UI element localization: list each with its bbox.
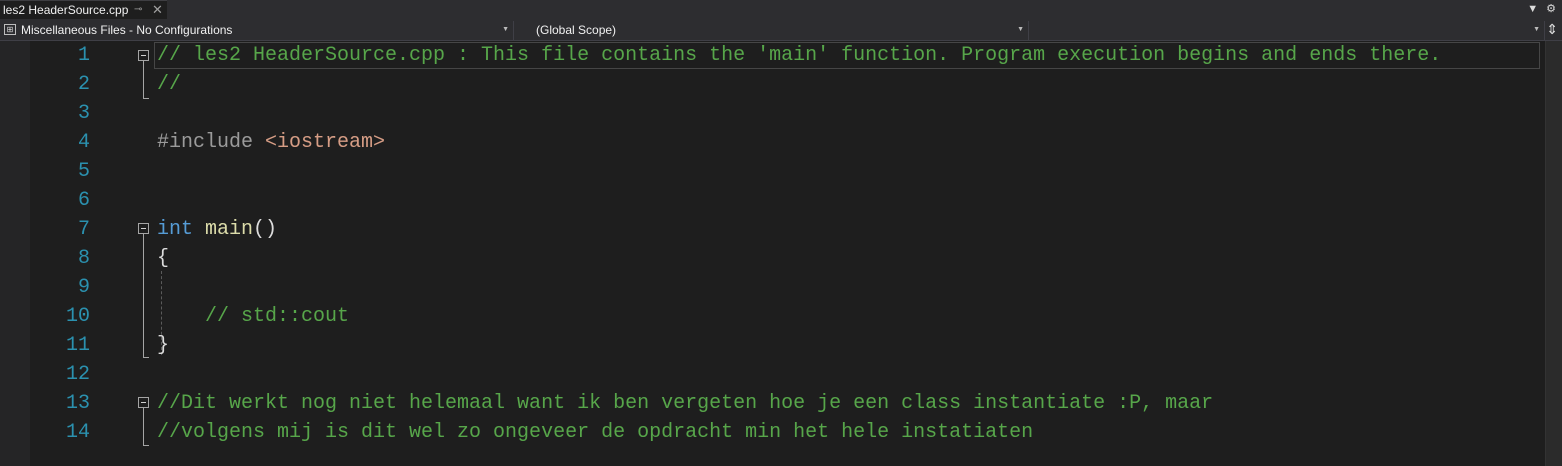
outline-guide <box>143 234 144 357</box>
gear-icon[interactable]: ⚙ <box>1546 3 1556 15</box>
line-number: 14 <box>65 421 90 444</box>
collapse-icon[interactable] <box>138 397 149 408</box>
outline-guide-end <box>143 357 149 358</box>
outline-guide-end <box>143 98 149 99</box>
navigation-bar: ⊞ Miscellaneous Files - No Configuration… <box>0 20 1562 41</box>
code-line-14[interactable]: //volgens mij is dit wel zo ongeveer de … <box>157 418 1033 447</box>
code-line-4[interactable]: #include <iostream> <box>157 128 385 157</box>
code-line-13[interactable]: //Dit werkt nog niet helemaal want ik be… <box>157 389 1213 418</box>
chevron-down-icon[interactable]: ▼ <box>1533 26 1540 33</box>
chevron-down-icon[interactable]: ▼ <box>502 26 509 33</box>
vertical-scrollbar[interactable] <box>1545 41 1562 466</box>
line-number: 7 <box>77 218 90 241</box>
line-number: 2 <box>77 73 90 96</box>
project-dropdown-value: Miscellaneous Files - No Configurations <box>21 23 233 37</box>
collapse-icon[interactable] <box>138 50 149 61</box>
code-editor[interactable]: 1 2 3 4 5 6 7 8 9 10 11 12 13 14 // les2… <box>0 41 1562 466</box>
line-number: 3 <box>77 102 90 125</box>
line-number: 13 <box>65 392 90 415</box>
code-line-10[interactable]: // std::cout <box>157 302 349 331</box>
tab-title[interactable]: les2 HeaderSource.cpp <box>3 3 128 17</box>
outline-guide <box>143 408 144 445</box>
code-line-8[interactable]: { <box>157 244 169 273</box>
close-icon[interactable]: ✕ <box>152 2 163 18</box>
scope-dropdown[interactable]: (Global Scope) ▼ <box>516 21 1029 40</box>
include-directive: #include <box>157 131 254 154</box>
line-number: 4 <box>77 131 90 154</box>
chevron-down-icon[interactable]: ▼ <box>1017 26 1024 33</box>
line-number: 12 <box>65 363 90 386</box>
code-line-7[interactable]: int main() <box>157 215 277 244</box>
outline-guide <box>143 61 144 98</box>
code-line-1[interactable]: // les2 HeaderSource.cpp : This file con… <box>157 41 1441 70</box>
member-dropdown[interactable]: ▼ <box>1031 21 1545 40</box>
line-number: 10 <box>65 305 90 328</box>
parens: () <box>253 218 278 241</box>
collapse-icon[interactable] <box>138 223 149 234</box>
tab-strip-actions: ▼ ⚙ <box>1519 2 1556 15</box>
pin-icon[interactable]: ⊸ <box>134 4 142 15</box>
line-number: 8 <box>77 247 90 270</box>
outline-guide-end <box>143 445 149 446</box>
include-header: <iostream> <box>265 131 386 154</box>
project-icon: ⊞ <box>4 24 16 35</box>
indicator-margin <box>0 41 30 466</box>
line-number: 5 <box>77 160 90 183</box>
chevron-down-icon[interactable]: ▼ <box>1527 3 1538 15</box>
keyword-int: int <box>157 218 194 241</box>
scope-dropdown-value: (Global Scope) <box>536 23 617 37</box>
code-line-11[interactable]: } <box>157 331 169 360</box>
line-number: 9 <box>77 276 90 299</box>
line-number: 11 <box>65 334 90 357</box>
document-tab[interactable]: les2 HeaderSource.cpp ⊸ ✕ <box>0 0 167 19</box>
line-number: 6 <box>77 189 90 212</box>
function-main: main <box>205 218 254 241</box>
project-dropdown[interactable]: ⊞ Miscellaneous Files - No Configuration… <box>0 21 514 40</box>
code-line-2[interactable]: // <box>157 70 181 99</box>
line-number: 1 <box>77 44 90 67</box>
split-icon[interactable]: ⇕ <box>1546 21 1558 38</box>
tab-strip: les2 HeaderSource.cpp ⊸ ✕ ▼ ⚙ <box>0 0 1562 20</box>
